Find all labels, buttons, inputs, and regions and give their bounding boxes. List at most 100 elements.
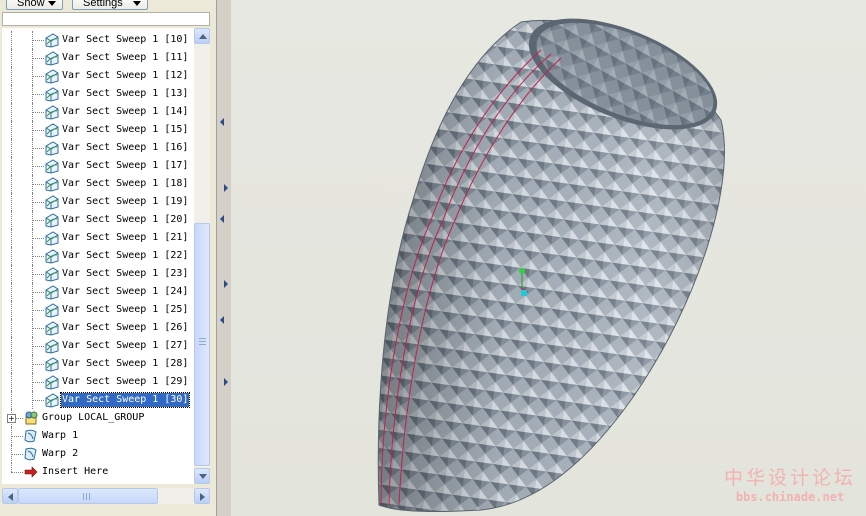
arrow-left-icon: [8, 493, 13, 501]
group-icon: [23, 410, 39, 426]
warp-icon: [23, 446, 39, 462]
model-tree-panel: Show Settings Var Sect Sweep 1 [10] Var S…: [0, 0, 216, 516]
collapse-left-icon[interactable]: [220, 316, 224, 324]
graphics-viewport[interactable]: 中华设计论坛 bbs.chinade.net: [231, 0, 866, 516]
tree-item-label: Var Sect Sweep 1 [20]: [62, 214, 189, 225]
tree-item-label: Var Sect Sweep 1 [25]: [62, 304, 189, 315]
arrow-up-icon: [199, 34, 207, 39]
model-tree[interactable]: Var Sect Sweep 1 [10] Var Sect Sweep 1 [1…: [2, 28, 194, 484]
sweep-feature-icon: [44, 356, 60, 372]
scroll-right-button[interactable]: [194, 488, 210, 504]
collapse-left-icon[interactable]: [220, 118, 224, 126]
tree-item-sweep[interactable]: Var Sect Sweep 1 [14]: [2, 103, 194, 121]
sweep-feature-icon: [44, 230, 60, 246]
sweep-feature-icon: [44, 122, 60, 138]
horizontal-scroll-thumb[interactable]: [18, 488, 158, 504]
chevron-down-icon: [48, 1, 56, 6]
scroll-left-button[interactable]: [2, 488, 18, 504]
tree-item-label: Var Sect Sweep 1 [13]: [62, 88, 189, 99]
show-menu-button[interactable]: Show: [6, 0, 63, 10]
tree-item-sweep[interactable]: Var Sect Sweep 1 [12]: [2, 67, 194, 85]
tree-item-label: Var Sect Sweep 1 [11]: [62, 52, 189, 63]
tree-item-insert-here[interactable]: Insert Here: [2, 463, 194, 481]
sweep-feature-icon: [44, 266, 60, 282]
tree-item-label: Warp 1: [42, 430, 79, 441]
tree-item-sweep[interactable]: Var Sect Sweep 1 [15]: [2, 121, 194, 139]
tree-item-label: Group LOCAL_GROUP: [42, 412, 145, 423]
tree-item-sweep[interactable]: Var Sect Sweep 1 [10]: [2, 31, 194, 49]
show-label: Show: [17, 0, 45, 9]
tree-item-sweep[interactable]: Var Sect Sweep 1 [29]: [2, 373, 194, 391]
tree-item-warp-1[interactable]: Warp 1: [2, 427, 194, 445]
sweep-feature-icon: [44, 68, 60, 84]
tree-item-group[interactable]: + Group LOCAL_GROUP: [2, 409, 194, 427]
arrow-down-icon: [199, 474, 207, 479]
tree-item-label: Var Sect Sweep 1 [21]: [62, 232, 189, 243]
sweep-feature-icon: [44, 176, 60, 192]
tree-header: [2, 12, 210, 26]
tree-item-sweep[interactable]: Var Sect Sweep 1 [17]: [2, 157, 194, 175]
tree-item-label: Insert Here: [42, 466, 109, 477]
tree-item-sweep[interactable]: Var Sect Sweep 1 [22]: [2, 247, 194, 265]
watermark: 中华设计论坛 bbs.chinade.net: [720, 466, 860, 504]
panel-splitter[interactable]: [216, 0, 230, 516]
settings-label: Settings: [83, 0, 123, 9]
warp-icon: [23, 428, 39, 444]
tree-item-sweep[interactable]: Var Sect Sweep 1 [26]: [2, 319, 194, 337]
scroll-up-button[interactable]: [194, 28, 210, 44]
sweep-feature-icon: [44, 302, 60, 318]
sweep-feature-icon: [44, 248, 60, 264]
tree-item-label: Var Sect Sweep 1 [18]: [62, 178, 189, 189]
tree-item-label: Var Sect Sweep 1 [19]: [62, 196, 189, 207]
sweep-feature-icon: [44, 392, 60, 408]
tree-item-sweep[interactable]: Var Sect Sweep 1 [25]: [2, 301, 194, 319]
insert-here-arrow-icon: [23, 464, 39, 480]
3d-model-view: [377, 18, 725, 513]
sweep-feature-icon: [44, 158, 60, 174]
watermark-url: bbs.chinade.net: [735, 490, 845, 504]
sweep-feature-icon: [44, 320, 60, 336]
tree-item-sweep[interactable]: Var Sect Sweep 1 [28]: [2, 355, 194, 373]
tree-item-sweep[interactable]: Var Sect Sweep 1 [18]: [2, 175, 194, 193]
tree-item-sweep[interactable]: Var Sect Sweep 1 [21]: [2, 229, 194, 247]
tree-item-sweep[interactable]: Var Sect Sweep 1 [23]: [2, 265, 194, 283]
sweep-feature-icon: [44, 50, 60, 66]
tree-item-label: Var Sect Sweep 1 [29]: [62, 376, 189, 387]
tree-item-label: Var Sect Sweep 1 [22]: [62, 250, 189, 261]
sweep-feature-icon: [44, 194, 60, 210]
sweep-feature-icon: [44, 140, 60, 156]
scroll-down-button[interactable]: [194, 468, 210, 484]
tree-item-sweep[interactable]: Var Sect Sweep 1 [20]: [2, 211, 194, 229]
tree-item-label: Var Sect Sweep 1 [10]: [62, 34, 189, 45]
tree-item-sweep[interactable]: Var Sect Sweep 1 [13]: [2, 85, 194, 103]
tree-item-sweep[interactable]: Var Sect Sweep 1 [27]: [2, 337, 194, 355]
tree-item-label: Var Sect Sweep 1 [24]: [62, 286, 189, 297]
tree-item-sweep[interactable]: Var Sect Sweep 1 [11]: [2, 49, 194, 67]
expand-right-icon[interactable]: [224, 280, 228, 288]
tree-item-sweep[interactable]: Var Sect Sweep 1 [19]: [2, 193, 194, 211]
tree-item-label: Var Sect Sweep 1 [15]: [62, 124, 189, 135]
vertical-scroll-thumb[interactable]: [194, 223, 210, 466]
expand-plus-icon[interactable]: +: [7, 414, 16, 423]
tree-item-sweep[interactable]: Var Sect Sweep 1 [24]: [2, 283, 194, 301]
settings-menu-button[interactable]: Settings: [72, 0, 148, 10]
arrow-right-icon: [200, 493, 205, 501]
collapse-left-icon[interactable]: [220, 215, 224, 223]
expand-right-icon[interactable]: [224, 184, 228, 192]
tree-item-label: Var Sect Sweep 1 [16]: [62, 142, 189, 153]
expand-right-icon[interactable]: [224, 378, 228, 386]
tree-item-sweep[interactable]: Var Sect Sweep 1 [30]: [2, 391, 194, 409]
tree-item-label: Var Sect Sweep 1 [23]: [62, 268, 189, 279]
tree-item-label: Warp 2: [42, 448, 79, 459]
sweep-feature-icon: [44, 32, 60, 48]
tree-item-label: Var Sect Sweep 1 [26]: [62, 322, 189, 333]
tree-item-label: Var Sect Sweep 1 [14]: [62, 106, 189, 117]
tree-item-sweep[interactable]: Var Sect Sweep 1 [16]: [2, 139, 194, 157]
sweep-feature-icon: [44, 338, 60, 354]
tree-vertical-scrollbar[interactable]: [194, 28, 210, 484]
tree-item-warp-2[interactable]: Warp 2: [2, 445, 194, 463]
sweep-feature-icon: [44, 86, 60, 102]
tree-item-label: Var Sect Sweep 1 [17]: [62, 160, 189, 171]
sweep-feature-icon: [44, 374, 60, 390]
tree-horizontal-scrollbar[interactable]: [2, 488, 210, 504]
